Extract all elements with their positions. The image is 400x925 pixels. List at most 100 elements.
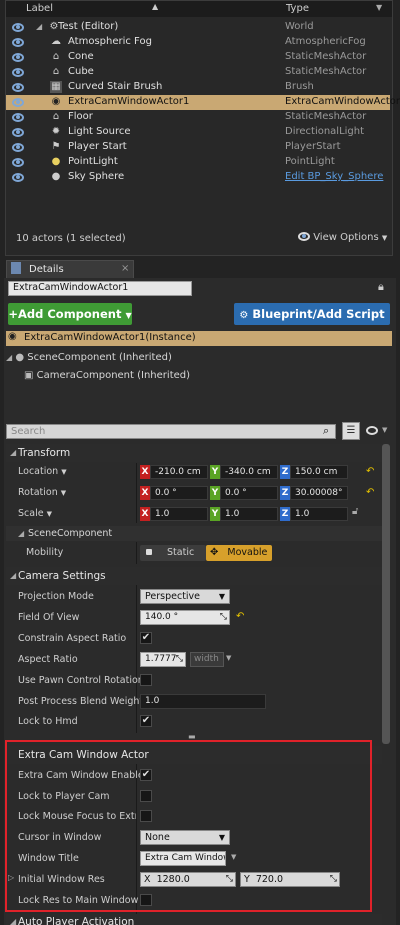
aspect-ratio-label: Aspect Ratio: [18, 654, 78, 665]
outliner-row[interactable]: ● PointLight PointLight: [6, 155, 390, 170]
transform-section-header[interactable]: ◢ Transform: [6, 444, 382, 462]
outliner-row[interactable]: ▦ Curved Stair Brush Brush: [6, 80, 390, 95]
visibility-eye-icon[interactable]: [12, 128, 24, 137]
mobility-movable-option[interactable]: ✥ Movable: [206, 545, 272, 561]
pawn-control-label: Use Pawn Control Rotation: [18, 675, 144, 686]
visibility-eye-icon[interactable]: [12, 98, 24, 107]
view-options-button[interactable]: View Options ▼: [298, 232, 387, 243]
aspect-preset-dropdown[interactable]: width: [190, 652, 224, 667]
camera-settings-header[interactable]: ◢ Camera Settings: [6, 567, 382, 585]
location-x-field[interactable]: -210.0 cm: [150, 465, 208, 479]
visibility-eye-icon[interactable]: [12, 158, 24, 167]
transform-title: Transform: [18, 447, 71, 459]
rotation-y-field[interactable]: 0.0 °: [220, 486, 278, 500]
close-tab-icon[interactable]: ×: [121, 263, 129, 274]
outliner-item-type: AtmosphericFog: [285, 36, 366, 47]
location-label[interactable]: Location ▼: [18, 466, 67, 477]
chevron-down-icon[interactable]: ▼: [226, 654, 231, 662]
collapse-arrow-icon[interactable]: ◢: [10, 567, 16, 585]
collapse-arrow-icon[interactable]: ◢: [18, 526, 24, 541]
outliner-row[interactable]: ● Sky Sphere Edit BP_Sky_Sphere: [6, 170, 390, 185]
lock-scale-icon[interactable]: 🔓︎: [352, 506, 358, 517]
chevron-down-icon[interactable]: ▼: [382, 426, 387, 434]
scene-component-header[interactable]: ◢ SceneComponent: [6, 526, 382, 541]
visibility-eye-icon[interactable]: [12, 38, 24, 47]
field-of-view-field[interactable]: 140.0 ° ⤡: [140, 610, 230, 625]
lock-icon[interactable]: 🔒︎: [378, 280, 384, 294]
chevron-down-icon: ▼: [125, 311, 132, 320]
search-input[interactable]: Search ⌕: [6, 424, 336, 439]
reset-to-default-icon[interactable]: ↶: [366, 466, 374, 477]
column-options-icon[interactable]: ▼: [376, 3, 382, 12]
visibility-eye-icon[interactable]: [12, 83, 24, 92]
chevron-down-icon: ▼: [61, 468, 67, 476]
rotation-label[interactable]: Rotation ▼: [18, 487, 66, 498]
rotation-z-field[interactable]: 30.00008°: [290, 486, 348, 500]
edit-blueprint-link[interactable]: Edit BP_Sky_Sphere: [285, 171, 383, 182]
auto-player-activation-header[interactable]: ◢ Auto Player Activation: [6, 914, 382, 925]
constrain-aspect-checkbox[interactable]: ✔: [140, 632, 152, 644]
outliner-row[interactable]: ☁ Atmospheric Fog AtmosphericFog: [6, 35, 390, 50]
outliner-row[interactable]: ⌂ Floor StaticMeshActor: [6, 110, 390, 125]
scene-component-title: SceneComponent: [28, 528, 113, 539]
visibility-eye-icon[interactable]: [12, 68, 24, 77]
column-divider: [136, 585, 137, 733]
eye-filter-icon[interactable]: [366, 426, 378, 435]
label-column-header[interactable]: Label: [26, 3, 53, 14]
visibility-eye-icon[interactable]: [12, 113, 24, 122]
collapse-arrow-icon[interactable]: ◢: [10, 444, 16, 462]
instance-row[interactable]: ◉ ExtraCamWindowActor1(Instance): [6, 331, 392, 346]
outliner-row[interactable]: ✹ Light Source DirectionalLight: [6, 125, 390, 140]
outliner-row-selected[interactable]: ◉ ExtraCamWindowActor1 ExtraCamWindowActor: [6, 95, 400, 110]
details-scrollbar[interactable]: [382, 444, 390, 744]
chevron-down-icon: ▼: [46, 510, 52, 518]
y-axis-label: Y: [210, 465, 220, 479]
outliner-row[interactable]: ◢ ⚙ Test (Editor) World: [6, 20, 390, 35]
outliner-row[interactable]: ⌂ Cube StaticMeshActor: [6, 65, 390, 80]
scale-x-field[interactable]: 1.0: [150, 507, 208, 521]
collapse-arrow-icon[interactable]: ◢: [10, 914, 16, 925]
rotation-x-field[interactable]: 0.0 °: [150, 486, 208, 500]
outliner-row[interactable]: ⌂ Cone StaticMeshActor: [6, 50, 390, 65]
fog-icon: ☁: [51, 36, 61, 47]
sort-up-icon[interactable]: ▲: [152, 2, 158, 11]
search-icon: ⌕: [323, 424, 330, 437]
scale-label[interactable]: Scale ▼: [18, 508, 52, 519]
location-y-field[interactable]: -340.0 cm: [220, 465, 278, 479]
grid-view-icon[interactable]: ☰: [342, 422, 360, 440]
aspect-ratio-field[interactable]: 1.7777 ⤡: [140, 652, 186, 667]
outliner-item-type: ExtraCamWindowActor: [285, 96, 400, 107]
component-tree-item[interactable]: ▣ CameraComponent (Inherited): [24, 370, 190, 381]
actor-name-field[interactable]: ExtraCamWindowActor1: [8, 281, 192, 296]
component-tree-item[interactable]: ◢ ● SceneComponent (Inherited): [6, 352, 172, 363]
post-process-blend-label: Post Process Blend Weight: [18, 696, 144, 707]
x-axis-label: X: [140, 465, 150, 479]
visibility-eye-icon[interactable]: [12, 143, 24, 152]
projection-mode-dropdown[interactable]: Perspective ▼: [140, 589, 230, 604]
scale-z-field[interactable]: 1.0: [290, 507, 348, 521]
scene-component-icon: ●: [15, 352, 25, 363]
lock-to-hmd-checkbox[interactable]: ✔: [140, 715, 152, 727]
location-z-field[interactable]: 150.0 cm: [290, 465, 348, 479]
visibility-eye-icon[interactable]: [12, 53, 24, 62]
add-component-button[interactable]: +Add Component ▼: [8, 303, 132, 325]
details-tab[interactable]: Details ×: [6, 260, 134, 278]
reset-to-default-icon[interactable]: ↶: [236, 611, 244, 622]
visibility-eye-icon[interactable]: [12, 173, 24, 182]
outliner-item-type: StaticMeshActor: [285, 66, 367, 77]
reset-to-default-icon[interactable]: ↶: [366, 487, 374, 498]
mobility-static-option[interactable]: Static: [140, 545, 206, 561]
visibility-eye-icon[interactable]: [12, 23, 24, 32]
outliner-row[interactable]: ⚑ Player Start PlayerStart: [6, 140, 390, 155]
post-process-blend-field[interactable]: 1.0: [140, 694, 266, 709]
eye-icon: [298, 232, 310, 241]
type-column-header[interactable]: Type: [286, 3, 309, 14]
expand-arrow-icon[interactable]: ◢: [6, 353, 12, 362]
blueprint-add-script-button[interactable]: ⚙ Blueprint/Add Script: [234, 303, 390, 325]
lock-to-hmd-label: Lock to Hmd: [18, 716, 78, 727]
pawn-control-checkbox[interactable]: [140, 674, 152, 686]
scale-y-field[interactable]: 1.0: [220, 507, 278, 521]
outliner-item-name: Cube: [68, 66, 94, 77]
projection-mode-label: Projection Mode: [18, 591, 94, 602]
expand-arrow-icon[interactable]: ◢: [36, 22, 42, 31]
